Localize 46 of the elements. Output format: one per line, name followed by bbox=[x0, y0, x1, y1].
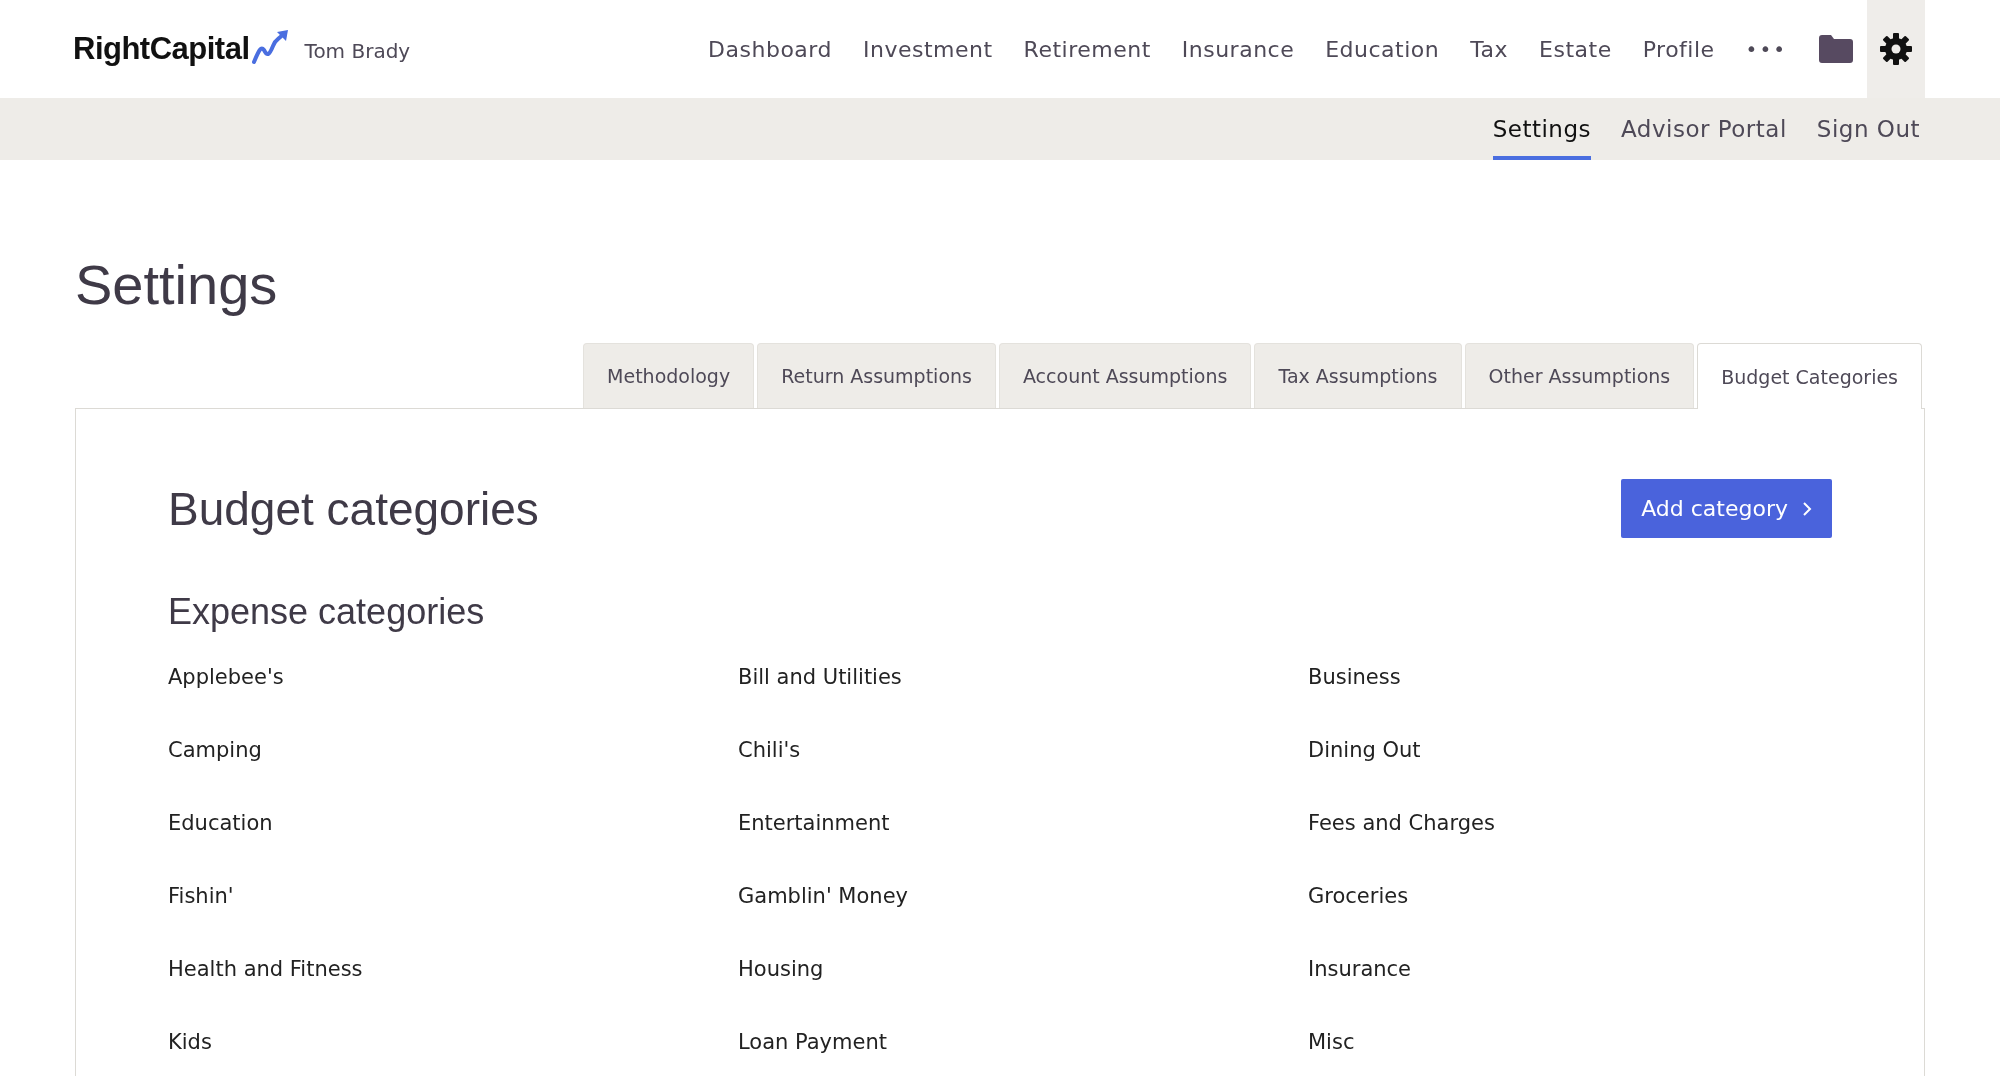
settings-tab[interactable]: Account Assumptions bbox=[998, 343, 1252, 408]
settings-tab[interactable]: Tax Assumptions bbox=[1254, 343, 1462, 408]
settings-tab[interactable]: Other Assumptions bbox=[1464, 343, 1695, 408]
category-name: Fees and Charges bbox=[1308, 810, 1496, 837]
category-name: Applebee's bbox=[168, 664, 285, 691]
category-name: Groceries bbox=[1308, 883, 1410, 910]
nav-link[interactable]: Dashboard bbox=[708, 36, 832, 62]
category-name: Business bbox=[1308, 664, 1402, 691]
category-name: Bill and Utilities bbox=[738, 664, 903, 691]
nav-link[interactable]: Estate bbox=[1539, 36, 1612, 62]
panel-title: Budget categories bbox=[168, 481, 539, 536]
folder-icon[interactable] bbox=[1819, 35, 1853, 63]
chevron-right-icon bbox=[1802, 500, 1812, 517]
category-name: Education bbox=[168, 810, 274, 837]
nav-link[interactable]: Investment bbox=[862, 36, 993, 62]
nav-link[interactable]: Education bbox=[1325, 36, 1440, 62]
subnav-link[interactable]: Sign Out bbox=[1816, 98, 1920, 160]
settings-icon[interactable] bbox=[1880, 33, 1912, 65]
category-name: Loan Payment bbox=[738, 1029, 888, 1056]
more-menu[interactable]: ••• bbox=[1745, 37, 1787, 61]
category-name: Dining Out bbox=[1308, 737, 1422, 764]
settings-tab[interactable]: Budget Categories bbox=[1697, 343, 1922, 409]
category-name: Insurance bbox=[1308, 956, 1413, 983]
category-name: Gamblin' Money bbox=[738, 883, 909, 910]
trend-arrow-icon bbox=[250, 28, 291, 64]
client-name: Tom Brady bbox=[304, 39, 411, 63]
category-name: Misc bbox=[1308, 1029, 1356, 1056]
category-name: Chili's bbox=[738, 737, 802, 764]
add-category-button[interactable]: Add category bbox=[1621, 479, 1832, 538]
nav-link[interactable]: Tax bbox=[1470, 36, 1509, 62]
section-title: Expense categories bbox=[168, 591, 486, 633]
category-name: Entertainment bbox=[738, 810, 891, 837]
category-name: Fishin' bbox=[168, 883, 235, 910]
settings-tab[interactable]: Return Assumptions bbox=[757, 343, 996, 408]
settings-tab[interactable]: Methodology bbox=[583, 343, 755, 408]
subnav-link[interactable]: Settings bbox=[1492, 98, 1591, 160]
brand-logo-text: RightCapital bbox=[73, 31, 250, 67]
category-name: Kids bbox=[168, 1029, 213, 1056]
category-name: Camping bbox=[168, 737, 263, 764]
category-name: Health and Fitness bbox=[168, 956, 364, 983]
category-name: Housing bbox=[738, 956, 825, 983]
subnav-link[interactable]: Advisor Portal bbox=[1620, 98, 1787, 160]
nav-link[interactable]: Insurance bbox=[1181, 36, 1295, 62]
nav-link[interactable]: Profile bbox=[1642, 36, 1715, 62]
nav-link[interactable]: Retirement bbox=[1023, 36, 1151, 62]
page-title: Settings bbox=[75, 252, 279, 317]
